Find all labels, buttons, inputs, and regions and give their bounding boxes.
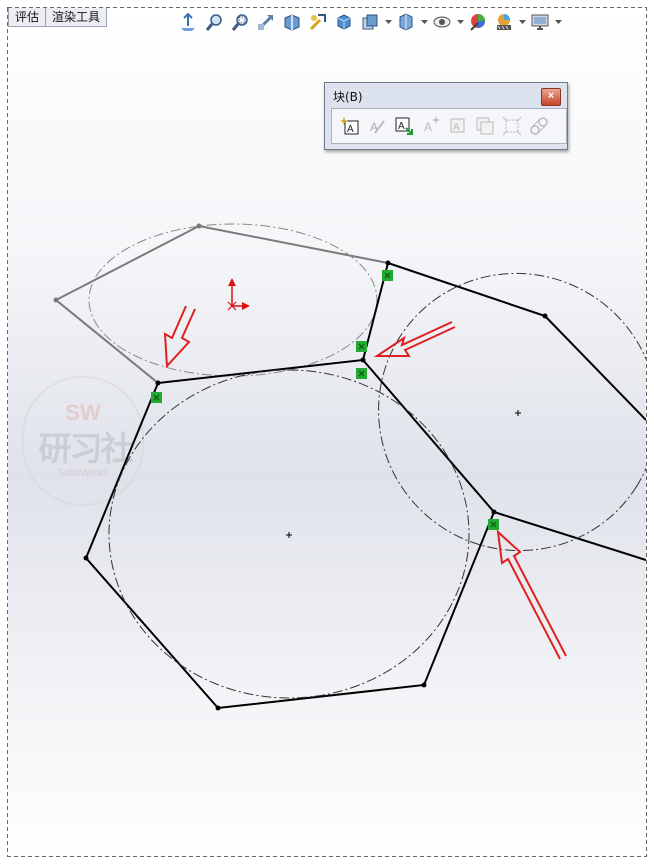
annotation-arrow (163, 305, 196, 369)
insert-block-icon: A (395, 117, 413, 135)
explode-block-icon (502, 116, 522, 136)
svg-text:A: A (398, 121, 405, 132)
graphics-area[interactable]: 评估 渲染工具 SW 研习社 SolidWorks 块(B) × A A A A… (8, 8, 646, 856)
coincident-relation-icon (356, 341, 367, 352)
coincident-relation-icon (382, 270, 393, 281)
svg-text:A: A (347, 124, 354, 135)
block-toolbar-buttons: A A A A A (331, 108, 567, 144)
annotation-arrow (496, 529, 567, 660)
explode-block-button[interactable] (500, 114, 524, 138)
relation-markers (151, 270, 499, 530)
coincident-relation-icon (488, 519, 499, 530)
add-remove-entities-icon: A (424, 117, 439, 134)
coincident-relation-icon (356, 368, 367, 379)
edit-block-icon: A (370, 120, 385, 134)
make-block-icon: A (340, 117, 359, 135)
save-block-icon (476, 117, 494, 135)
gray-hexagon[interactable] (53, 223, 389, 384)
right-hexagon[interactable] (326, 221, 646, 603)
coincident-relation-icon (151, 392, 162, 403)
sketch-origin-icon (227, 278, 250, 311)
block-toolbar-title: 块(B) (333, 90, 363, 104)
belt-chain-button[interactable] (527, 114, 551, 138)
rebuild-block-button[interactable]: A (446, 114, 470, 138)
make-block-button[interactable]: A (338, 114, 362, 138)
svg-text:A: A (453, 122, 460, 133)
edit-block-button[interactable]: A (365, 114, 389, 138)
annotation-arrows (163, 305, 567, 660)
belt-chain-icon (530, 117, 548, 135)
insert-block-button[interactable]: A (392, 114, 416, 138)
lower-hexagon[interactable] (83, 260, 497, 711)
svg-text:A: A (424, 120, 432, 134)
close-button[interactable]: × (541, 88, 561, 106)
add-remove-button[interactable]: A (419, 114, 443, 138)
annotation-arrow (373, 321, 456, 357)
rebuild-block-icon: A (450, 118, 465, 133)
block-toolbar[interactable]: 块(B) × A A A A A (324, 82, 568, 150)
save-block-button[interactable] (473, 114, 497, 138)
